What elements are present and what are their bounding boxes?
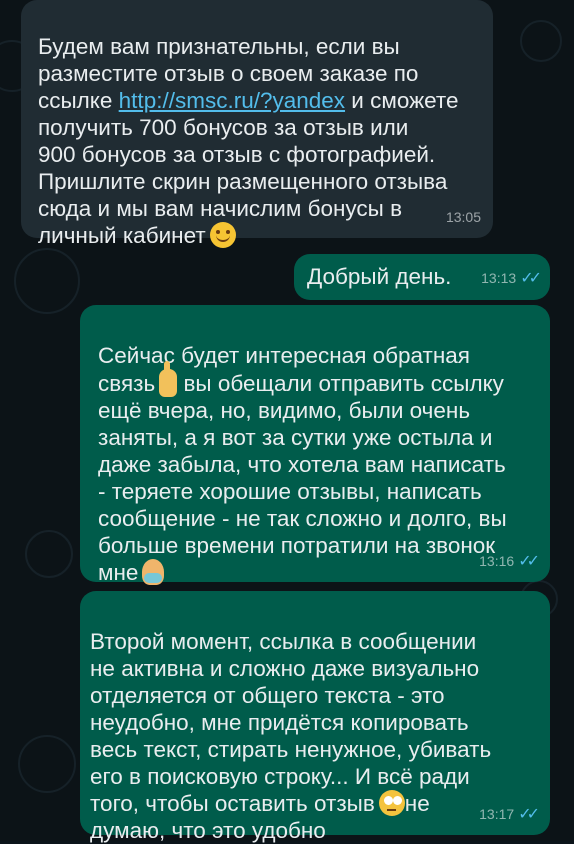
message-time: 13:17 ✓✓ <box>479 801 540 828</box>
message-text: Будем вам признательны, если вы размести… <box>38 34 459 248</box>
message-bubble-outgoing[interactable]: Второй момент, ссылка в сообщении не акт… <box>80 591 550 843</box>
message-time: 13:16 ✓✓ <box>479 548 540 575</box>
pointing-up-icon <box>159 361 178 397</box>
message-link[interactable]: http://smsc.ru/?yandex <box>119 88 345 113</box>
message-bubble-outgoing[interactable]: Добрый день. 13:13 ✓✓ <box>294 254 550 300</box>
read-ticks-icon: ✓✓ <box>518 806 540 823</box>
background-doodle <box>14 248 80 314</box>
background-doodle <box>18 735 76 793</box>
read-ticks-icon: ✓✓ <box>518 553 540 570</box>
message-bubble-incoming[interactable]: Будем вам признательны, если вы размести… <box>21 0 493 248</box>
smiling-face-icon <box>209 222 236 248</box>
message-time: 13:13 ✓✓ <box>481 265 542 292</box>
message-bubble-outgoing[interactable]: Сейчас будет интересная обратная связь в… <box>80 305 550 585</box>
message-time: 13:05 <box>445 209 481 225</box>
background-doodle <box>520 20 562 62</box>
message-text: Сейчас будет интересная обратная связь в… <box>98 343 507 585</box>
shrug-icon <box>142 559 165 585</box>
message-text: Второй момент, ссылка в сообщении не акт… <box>90 629 492 843</box>
rolling-eyes-icon <box>378 790 405 816</box>
background-doodle <box>25 530 73 578</box>
read-ticks-icon: ✓✓ <box>520 270 542 287</box>
